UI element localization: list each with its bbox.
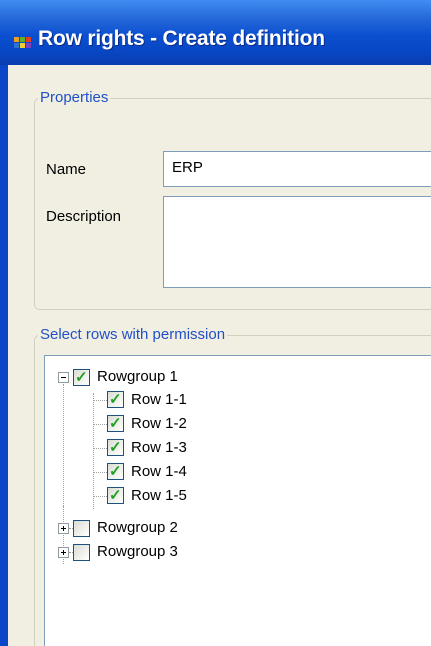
tree-node-row[interactable]: ✓ Row 1-4 bbox=[45, 463, 431, 485]
tree-node-rowgroup-3[interactable]: Rowgroup 3 bbox=[45, 543, 431, 565]
description-label: Description bbox=[46, 208, 122, 225]
title-bar[interactable]: Row rights - Create definition bbox=[0, 0, 431, 66]
checkbox-row[interactable]: ✓ bbox=[107, 439, 124, 456]
node-label: Row 1-1 bbox=[131, 391, 187, 408]
checkbox-rowgroup-3[interactable] bbox=[73, 544, 90, 561]
plus-box-icon[interactable] bbox=[58, 547, 69, 558]
checkmark-icon: ✓ bbox=[109, 415, 122, 432]
tree-node-row[interactable]: ✓ Row 1-1 bbox=[45, 391, 431, 413]
tree-node-row[interactable]: ✓ Row 1-2 bbox=[45, 415, 431, 437]
checkbox-rowgroup-2[interactable] bbox=[73, 520, 90, 537]
minus-box-icon[interactable] bbox=[58, 372, 69, 383]
plus-box-icon[interactable] bbox=[58, 523, 69, 534]
node-label: Rowgroup 1 bbox=[97, 368, 178, 385]
tree-node-rowgroup-1[interactable]: ✓ Rowgroup 1 bbox=[45, 366, 431, 388]
properties-legend: Properties bbox=[38, 89, 111, 106]
name-value: ERP bbox=[172, 159, 203, 176]
checkbox-row[interactable]: ✓ bbox=[107, 391, 124, 408]
checkmark-icon: ✓ bbox=[109, 487, 122, 504]
rows-tree-view[interactable]: ✓ Rowgroup 1 ✓ Row 1-1 ✓ Row 1-2 ✓ Row 1… bbox=[44, 355, 431, 646]
checkmark-icon: ✓ bbox=[109, 391, 122, 408]
dialog-content: Properties Name ERP Description Select r… bbox=[8, 65, 431, 646]
checkmark-icon: ✓ bbox=[109, 439, 122, 456]
description-field[interactable] bbox=[163, 196, 431, 288]
tree-node-row[interactable]: ✓ Row 1-5 bbox=[45, 487, 431, 509]
name-field[interactable]: ERP bbox=[163, 151, 431, 187]
node-label: Row 1-2 bbox=[131, 415, 187, 432]
checkmark-icon: ✓ bbox=[75, 369, 88, 386]
checkbox-row[interactable]: ✓ bbox=[107, 415, 124, 432]
checkmark-icon: ✓ bbox=[109, 463, 122, 480]
app-grid-icon bbox=[14, 37, 31, 48]
dialog-window: Row rights - Create definition Propertie… bbox=[0, 0, 431, 646]
window-title: Row rights - Create definition bbox=[38, 27, 325, 50]
node-label: Row 1-4 bbox=[131, 463, 187, 480]
node-label: Rowgroup 2 bbox=[97, 519, 178, 536]
window-border-left bbox=[0, 65, 8, 646]
checkbox-row[interactable]: ✓ bbox=[107, 463, 124, 480]
node-label: Row 1-5 bbox=[131, 487, 187, 504]
checkbox-row[interactable]: ✓ bbox=[107, 487, 124, 504]
node-label: Row 1-3 bbox=[131, 439, 187, 456]
node-label: Rowgroup 3 bbox=[97, 543, 178, 560]
tree-node-rowgroup-2[interactable]: Rowgroup 2 bbox=[45, 519, 431, 541]
checkbox-rowgroup-1[interactable]: ✓ bbox=[73, 369, 90, 386]
tree-node-row[interactable]: ✓ Row 1-3 bbox=[45, 439, 431, 461]
name-label: Name bbox=[46, 161, 87, 178]
rows-legend: Select rows with permission bbox=[38, 326, 228, 343]
